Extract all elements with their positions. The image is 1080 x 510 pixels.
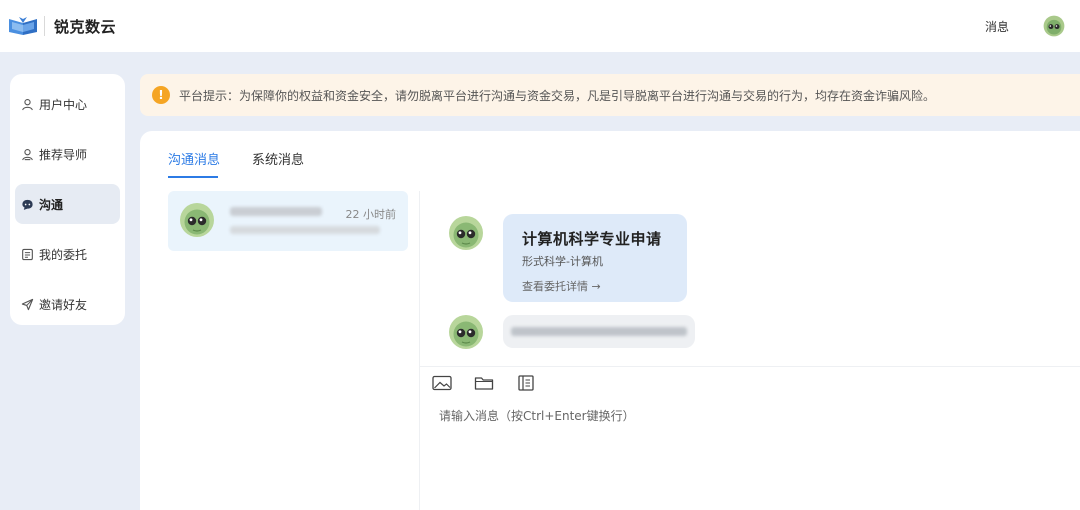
top-bar: 锐克数云 消息 <box>0 0 1080 52</box>
composer-toolbar <box>432 375 558 391</box>
blurred-last-message <box>230 226 380 234</box>
blurred-contact-name <box>230 207 322 216</box>
conversation-list: 22 小时前 <box>168 191 408 251</box>
document-template-icon[interactable] <box>516 375 536 391</box>
blurred-message-text <box>511 327 687 336</box>
sidebar-item-label: 推荐导师 <box>39 147 88 162</box>
app-name: 锐克数云 <box>54 17 117 36</box>
message-tabs: 沟通消息 系统消息 <box>168 149 336 178</box>
panel-divider <box>419 191 420 510</box>
conversation-item[interactable]: 22 小时前 <box>168 191 408 251</box>
send-icon <box>21 298 34 310</box>
sidebar: 用户中心 推荐导师 沟通 我的委托 邀请好友 <box>10 74 125 325</box>
sidebar-item-recommended-mentors[interactable]: 推荐导师 <box>15 134 120 174</box>
user-avatar[interactable] <box>1043 15 1065 37</box>
mentor-icon <box>22 148 33 160</box>
user-icon <box>22 98 33 110</box>
sender-avatar <box>449 315 483 349</box>
notice-text: 平台提示：为保障你的权益和资金安全，请勿脱离平台进行沟通与资金交易，凡是引导脱离… <box>179 88 936 103</box>
logo-divider <box>44 16 45 36</box>
composer-divider <box>420 366 1080 367</box>
tab-system-messages[interactable]: 系统消息 <box>252 149 304 178</box>
contact-avatar <box>180 203 214 237</box>
book-logo-icon <box>9 17 37 35</box>
sidebar-item-label: 我的委托 <box>39 247 88 262</box>
sidebar-item-label: 邀请好友 <box>39 297 88 312</box>
logo[interactable]: 锐克数云 <box>8 15 116 37</box>
chat-icon <box>22 199 33 210</box>
sidebar-item-label: 沟通 <box>39 197 64 212</box>
image-icon[interactable] <box>432 375 452 391</box>
sidebar-item-my-commissions[interactable]: 我的委托 <box>15 234 120 274</box>
sidebar-item-user-center[interactable]: 用户中心 <box>15 84 120 124</box>
message-panel: 沟通消息 系统消息 22 小时前 计算机科学专业申请 形式科学-计算机 查看委托… <box>140 131 1080 510</box>
sidebar-item-label: 用户中心 <box>39 97 88 112</box>
commission-card[interactable]: 计算机科学专业申请 形式科学-计算机 查看委托详情 → <box>503 214 687 302</box>
platform-notice: ! 平台提示：为保障你的权益和资金安全，请勿脱离平台进行沟通与资金交易，凡是引导… <box>140 74 1080 116</box>
folder-icon[interactable] <box>474 375 494 391</box>
message-input[interactable] <box>439 405 1039 427</box>
messages-link[interactable]: 消息 <box>985 18 1009 35</box>
document-icon <box>22 248 33 260</box>
message-bubble <box>503 315 695 348</box>
sender-avatar <box>449 216 483 250</box>
view-commission-details-link[interactable]: 查看委托详情 → <box>522 278 687 294</box>
commission-subtitle: 形式科学-计算机 <box>522 255 603 268</box>
sidebar-item-communication[interactable]: 沟通 <box>15 184 120 224</box>
commission-title: 计算机科学专业申请 <box>522 230 662 248</box>
warning-icon: ! <box>152 86 170 104</box>
conversation-time: 22 小时前 <box>345 208 397 221</box>
sidebar-item-invite-friends[interactable]: 邀请好友 <box>15 284 120 324</box>
tab-communication-messages[interactable]: 沟通消息 <box>168 149 220 178</box>
